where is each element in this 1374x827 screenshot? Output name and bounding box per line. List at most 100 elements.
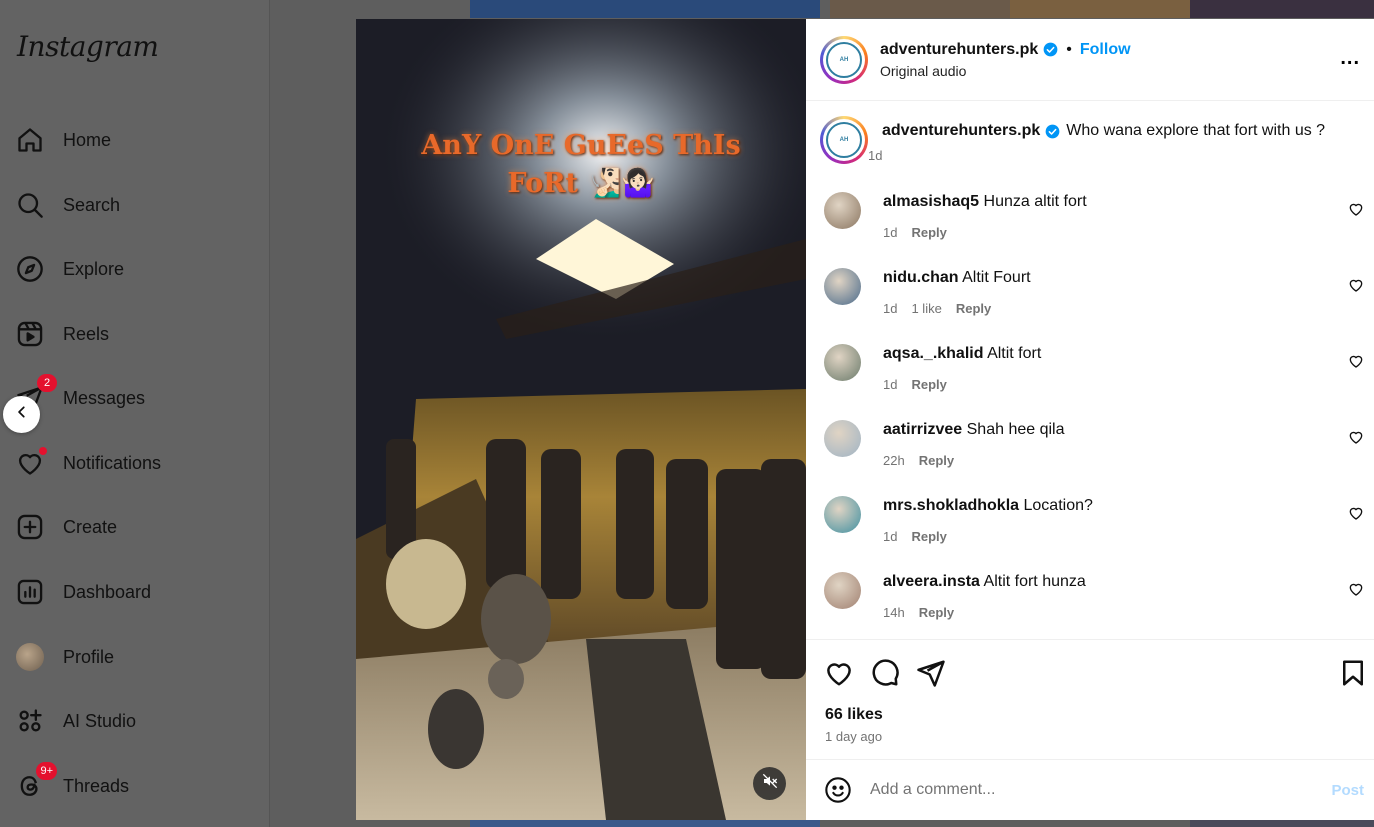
- commenter-avatar[interactable]: [824, 420, 861, 457]
- previous-post-button[interactable]: [3, 396, 40, 433]
- commenter-username[interactable]: aatirrizvee: [883, 421, 962, 438]
- sidebar-item-home[interactable]: Home: [16, 120, 256, 160]
- post-comment-button[interactable]: Post: [1331, 782, 1364, 799]
- dashboard-icon: [16, 578, 44, 606]
- reply-button[interactable]: Reply: [956, 301, 991, 316]
- commenter-username[interactable]: mrs.shokladhokla: [883, 497, 1019, 514]
- overlay-line: AnY OnE GuEeS ThIs: [421, 130, 741, 161]
- commenter-username[interactable]: alveera.insta: [883, 573, 980, 590]
- comment-like-heart-icon[interactable]: [1348, 353, 1364, 369]
- author-avatar[interactable]: AH: [820, 35, 868, 84]
- chevron-left-icon: [15, 405, 29, 424]
- speaker-muted-icon: [762, 773, 778, 794]
- comment-like-heart-icon[interactable]: [1348, 581, 1364, 597]
- background-tile: [470, 819, 820, 827]
- sidebar-item-label: Messages: [63, 387, 146, 408]
- comment-input[interactable]: [870, 781, 1300, 799]
- threads-badge: 9+: [36, 762, 57, 780]
- comment-time: 1d: [883, 225, 898, 240]
- follow-button[interactable]: Follow: [1080, 41, 1131, 59]
- comment-time: 14h: [883, 605, 905, 620]
- comment-like-heart-icon[interactable]: [1348, 277, 1364, 293]
- profile-avatar: [16, 643, 44, 671]
- commenter-username[interactable]: almasishaq5: [883, 193, 979, 210]
- sidebar-item-label: Search: [63, 194, 121, 215]
- notification-dot: [39, 447, 47, 455]
- heart-icon: [16, 447, 47, 477]
- comment-like-heart-icon[interactable]: [1348, 429, 1364, 445]
- sidebar-item-label: Threads: [63, 775, 130, 796]
- reply-button[interactable]: Reply: [919, 453, 954, 468]
- sidebar-item-create[interactable]: Create: [16, 507, 256, 547]
- post-actions: 66 likes 1 day ago: [806, 639, 1374, 759]
- sidebar: Instagram Home Search Explore Reels 2 Me…: [0, 0, 270, 827]
- post-timestamp: 1 day ago: [825, 729, 883, 744]
- sidebar-item-notifications[interactable]: Notifications: [16, 443, 256, 483]
- background-tile: [1010, 0, 1190, 18]
- verified-badge-icon: [1045, 124, 1060, 138]
- sidebar-item-dashboard[interactable]: Dashboard: [16, 572, 256, 612]
- home-icon: [16, 126, 44, 154]
- background-tile: [470, 0, 820, 18]
- sidebar-item-explore[interactable]: Explore: [16, 249, 256, 289]
- reel-video[interactable]: AnY OnE GuEeS ThIs FoRt 🧏🏻‍♂️🤷🏻‍♀️: [356, 19, 806, 820]
- comment-like-heart-icon[interactable]: [1348, 505, 1364, 521]
- comment-row: aqsa._.khalid Altit fort 1d Reply: [824, 344, 1364, 392]
- comment-row: nidu.chan Altit Fourt 1d 1 like Reply: [824, 268, 1364, 316]
- reply-button[interactable]: Reply: [911, 225, 946, 240]
- compass-icon: [16, 255, 44, 283]
- commenter-avatar[interactable]: [824, 344, 861, 381]
- post-details-panel: AH adventurehunters.pk • Follow Original…: [806, 19, 1374, 820]
- background-tile: [1190, 819, 1374, 827]
- caption-author-avatar[interactable]: AH: [820, 116, 868, 164]
- commenter-avatar[interactable]: [824, 192, 861, 229]
- overlay-line: FoRt 🧏🏻‍♂️🤷🏻‍♀️: [507, 168, 655, 199]
- sidebar-item-label: Reels: [63, 323, 110, 344]
- emoji-icon[interactable]: [824, 776, 852, 804]
- background-tile: [830, 0, 1010, 18]
- sidebar-item-label: Notifications: [63, 452, 162, 473]
- comment-time: 1d: [883, 301, 898, 316]
- background-tile: [1190, 0, 1374, 18]
- comment-text: Altit fort: [987, 345, 1042, 362]
- sidebar-item-reels[interactable]: Reels: [16, 314, 256, 354]
- sidebar-item-profile[interactable]: Profile: [16, 637, 256, 677]
- comment-bubble-icon[interactable]: [870, 658, 900, 688]
- sidebar-item-label: Create: [63, 516, 118, 537]
- reply-button[interactable]: Reply: [911, 377, 946, 392]
- sidebar-item-label: Profile: [63, 646, 115, 667]
- search-icon: [16, 191, 44, 219]
- verified-badge-icon: [1043, 42, 1058, 57]
- share-send-icon[interactable]: [916, 658, 946, 688]
- comment-like-heart-icon[interactable]: [1348, 201, 1364, 217]
- comment-time: 1d: [883, 377, 898, 392]
- caption-time: 1d: [868, 148, 883, 163]
- author-username[interactable]: adventurehunters.pk: [880, 41, 1038, 59]
- reply-button[interactable]: Reply: [919, 605, 954, 620]
- sidebar-item-ai-studio[interactable]: AI Studio: [16, 701, 256, 741]
- comment-row: mrs.shokladhokla Location? 1d Reply: [824, 496, 1364, 544]
- sidebar-item-threads[interactable]: 9+ Threads: [16, 762, 256, 806]
- commenter-avatar[interactable]: [824, 572, 861, 609]
- instagram-logo[interactable]: Instagram: [17, 30, 159, 63]
- mute-toggle-button[interactable]: [753, 767, 786, 800]
- commenter-avatar[interactable]: [824, 268, 861, 305]
- commenter-username[interactable]: nidu.chan: [883, 269, 959, 286]
- comment-text: Location?: [1023, 497, 1093, 514]
- sidebar-item-search[interactable]: Search: [16, 185, 256, 225]
- commenter-username[interactable]: aqsa._.khalid: [883, 345, 984, 362]
- caption-username[interactable]: adventurehunters.pk: [882, 122, 1040, 140]
- more-options-button[interactable]: ...: [1340, 47, 1360, 70]
- audio-label[interactable]: Original audio: [880, 63, 1131, 79]
- likes-count[interactable]: 66 likes: [825, 706, 883, 724]
- comment-text: Hunza altit fort: [983, 193, 1087, 210]
- sidebar-item-label: AI Studio: [63, 710, 137, 731]
- video-overlay-caption: AnY OnE GuEeS ThIs FoRt 🧏🏻‍♂️🤷🏻‍♀️: [356, 127, 806, 203]
- commenter-avatar[interactable]: [824, 496, 861, 533]
- save-bookmark-icon[interactable]: [1338, 658, 1368, 688]
- sidebar-item-messages[interactable]: 2 Messages: [16, 374, 256, 418]
- reply-button[interactable]: Reply: [911, 529, 946, 544]
- comments-list[interactable]: AH adventurehunters.pk Who wana explore …: [806, 102, 1374, 638]
- like-heart-icon[interactable]: [824, 658, 854, 688]
- comment-likes[interactable]: 1 like: [911, 301, 941, 316]
